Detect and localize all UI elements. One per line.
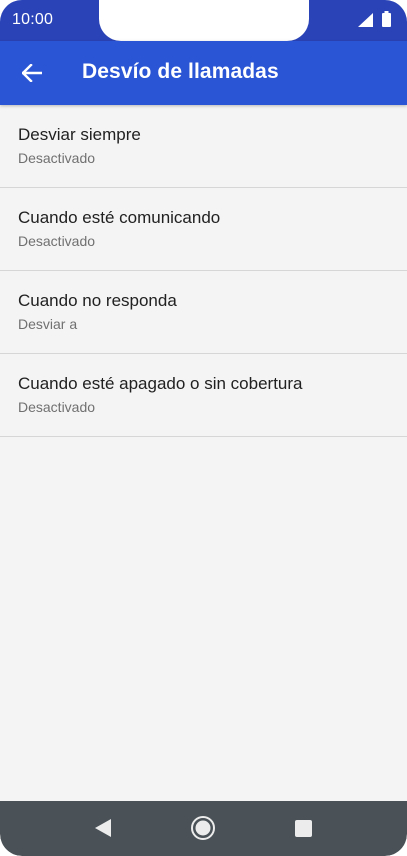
forwarding-options-list: Desviar siempre Desactivado Cuando esté …: [0, 105, 407, 437]
nav-home-button[interactable]: [188, 813, 218, 843]
nav-back-button[interactable]: [88, 813, 118, 843]
app-bar: Desvío de llamadas: [0, 41, 407, 105]
camera-notch: [99, 0, 309, 41]
list-item-title: Desviar siempre: [18, 125, 141, 144]
status-time: 10:00: [12, 11, 54, 28]
phone-screen: 10:00 Desvío de llamadas Desviar siempre…: [0, 0, 407, 856]
list-item-title: Cuando esté comunicando: [18, 208, 221, 227]
battery-icon: [382, 11, 391, 27]
page-title: Desvío de llamadas: [82, 60, 279, 83]
list-item-when-busy[interactable]: Cuando esté comunicando Desactivado: [0, 188, 407, 271]
signal-icon: [358, 13, 373, 27]
back-triangle-icon: [95, 819, 111, 837]
recents-square-icon: [294, 819, 312, 837]
home-circle-icon: [191, 816, 215, 840]
arrow-left-icon: [22, 64, 42, 82]
list-item-title: Cuando no responda: [18, 291, 177, 310]
list-item-status: Desviar a: [18, 316, 78, 332]
list-item-status: Desactivado: [18, 399, 96, 415]
list-item-status: Desactivado: [18, 150, 96, 166]
list-item-no-answer[interactable]: Cuando no responda Desviar a: [0, 271, 407, 354]
list-item-title: Cuando esté apagado o sin cobertura: [18, 374, 303, 393]
list-item-unreachable[interactable]: Cuando esté apagado o sin cobertura Desa…: [0, 354, 407, 437]
list-item-status: Desactivado: [18, 233, 96, 249]
list-item-always-forward[interactable]: Desviar siempre Desactivado: [0, 105, 407, 188]
back-button[interactable]: [14, 55, 50, 91]
nav-recents-button[interactable]: [288, 813, 318, 843]
navigation-bar: [0, 801, 407, 856]
status-bar: 10:00: [0, 0, 407, 41]
